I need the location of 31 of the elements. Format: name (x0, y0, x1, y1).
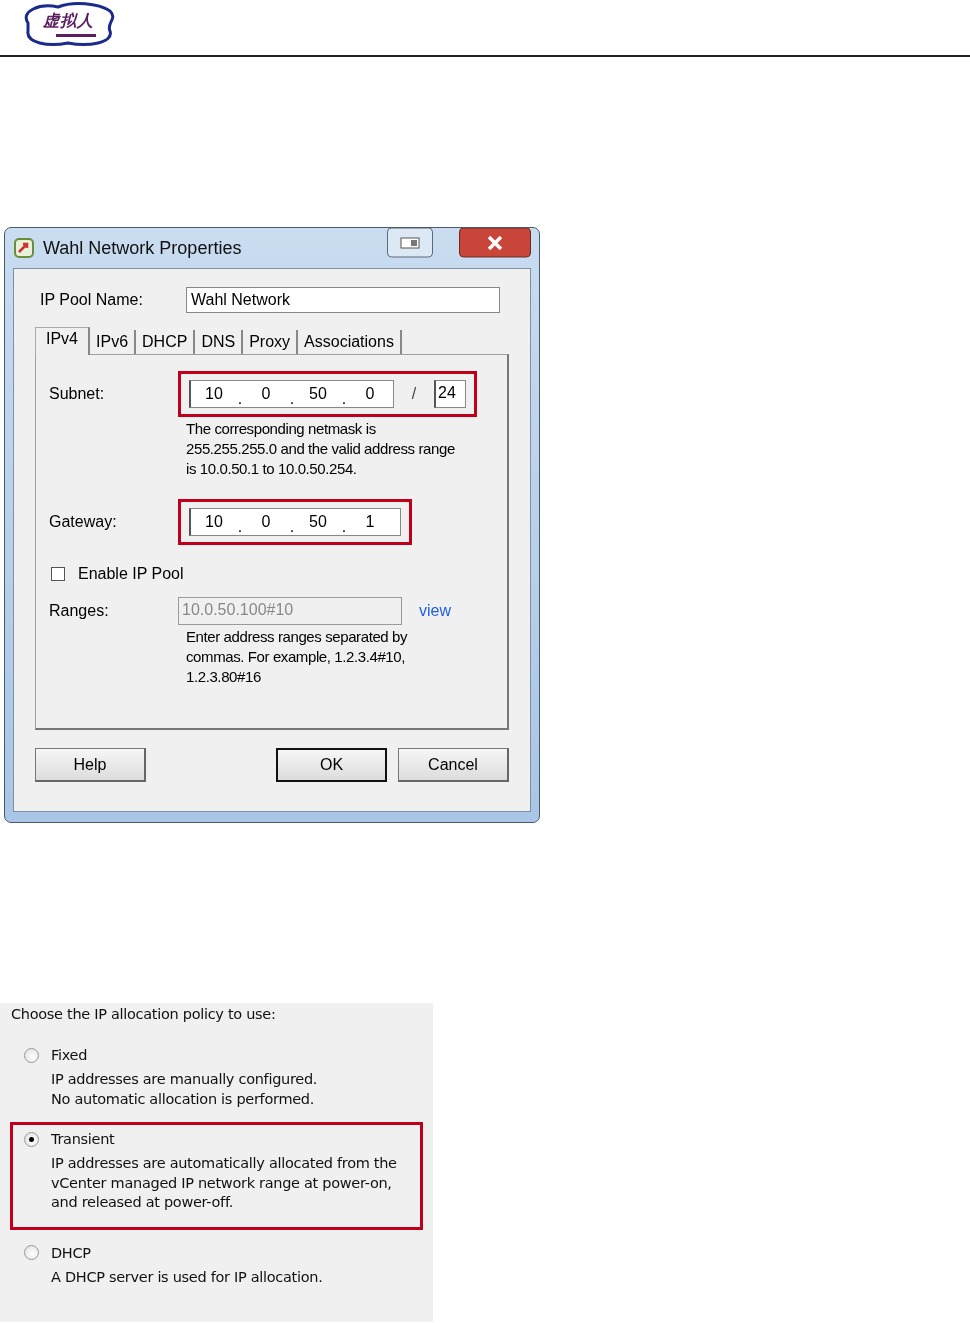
radio-button[interactable] (24, 1245, 39, 1260)
dialog-button[interactable]: Cancel (398, 748, 509, 782)
help-text: The corresponding netmask is 255.255.255.0 and the valid address range is 10.0.50.1 to 10.0.50.254. (186, 419, 456, 479)
option-description: IP addresses are manually configured. No automatic allocation is performed. (51, 1070, 319, 1109)
radio-button[interactable] (24, 1047, 39, 1063)
checkbox[interactable] (51, 567, 65, 581)
field-label: Subnet: (49, 385, 106, 403)
prompt-text: Choose the IP allocation policy to use: (11, 1006, 277, 1022)
dialog-button[interactable]: OK (276, 748, 387, 782)
pool-name-field[interactable]: Wahl Network (186, 287, 500, 313)
field-label: Ranges: (49, 602, 110, 620)
radio-button[interactable] (24, 1131, 39, 1147)
help-text: Enter address ranges separated by commas. For example, 1.2.3.4#10, 1.2.3.80#16 (186, 627, 409, 687)
tab[interactable]: IPv4 (35, 327, 90, 355)
option-description: A DHCP server is used for IP allocation. (51, 1267, 324, 1287)
radio-label[interactable]: DHCP (51, 1244, 91, 1261)
slash-separator: / (410, 385, 418, 403)
prefix-field[interactable]: 24 (434, 380, 466, 408)
app-icon (13, 237, 35, 259)
field-label: Gateway: (49, 513, 118, 531)
option-description: IP addresses are automatically allocated from the vCenter managed IP network range at power-on, and released at power-off. (51, 1154, 398, 1212)
window-button[interactable] (387, 228, 433, 258)
radio-label[interactable]: Transient (51, 1131, 115, 1147)
close-button[interactable] (459, 228, 531, 258)
dialog-button[interactable]: Help (35, 748, 146, 782)
checkbox-label: Enable IP Pool (78, 565, 184, 583)
ip-address-field[interactable]: 10 . 0 . 50 . 1 (189, 508, 401, 536)
radio-label[interactable]: Fixed (51, 1047, 88, 1063)
field-label: IP Pool Name: (40, 291, 144, 309)
window-title: Wahl Network Properties (43, 237, 243, 259)
ip-address-field[interactable]: 10 . 0 . 50 . 0 (189, 380, 394, 408)
